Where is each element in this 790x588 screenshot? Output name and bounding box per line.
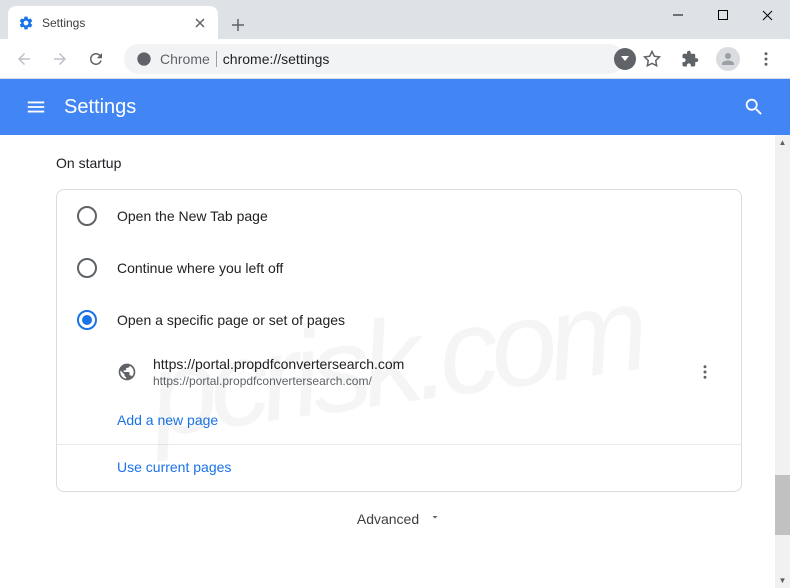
page-entry-title: https://portal.propdfconvertersearch.com	[153, 356, 673, 372]
chrome-icon	[136, 51, 152, 67]
radio-icon	[77, 206, 97, 226]
minimize-button[interactable]	[655, 0, 700, 30]
globe-icon	[117, 362, 137, 382]
close-tab-button[interactable]	[192, 15, 208, 31]
search-button[interactable]	[734, 87, 774, 127]
tab-title: Settings	[42, 16, 184, 30]
radio-icon	[77, 258, 97, 278]
radio-label: Open a specific page or set of pages	[117, 312, 345, 328]
close-window-button[interactable]	[745, 0, 790, 30]
browser-toolbar: Chrome chrome://settings	[0, 39, 790, 79]
back-button[interactable]	[8, 43, 40, 75]
radio-icon	[77, 310, 97, 330]
gear-icon	[18, 15, 34, 31]
page-entry-more-button[interactable]	[689, 356, 721, 388]
maximize-button[interactable]	[700, 0, 745, 30]
section-title: On startup	[56, 155, 742, 171]
address-bar[interactable]: Chrome chrome://settings	[124, 44, 624, 74]
bookmark-star-icon[interactable]	[636, 43, 668, 75]
scrollbar-thumb[interactable]	[775, 475, 790, 535]
chevron-down-icon	[429, 510, 441, 528]
radio-option-specific-page[interactable]: Open a specific page or set of pages	[57, 294, 741, 346]
settings-header: Settings	[0, 79, 790, 135]
page-entry-url: https://portal.propdfconvertersearch.com…	[153, 374, 673, 388]
profile-avatar[interactable]	[712, 43, 744, 75]
scroll-up-arrow[interactable]: ▲	[775, 135, 790, 150]
radio-label: Open the New Tab page	[117, 208, 268, 224]
use-current-link[interactable]: Use current pages	[117, 459, 231, 475]
extensions-icon[interactable]	[674, 43, 706, 75]
radio-option-continue[interactable]: Continue where you left off	[57, 242, 741, 294]
startup-page-entry: https://portal.propdfconvertersearch.com…	[57, 346, 741, 398]
content-area: pcrisk.com On startup Open the New Tab p…	[0, 135, 790, 588]
hamburger-menu-button[interactable]	[16, 87, 56, 127]
radio-option-new-tab[interactable]: Open the New Tab page	[57, 190, 741, 242]
url-text: Chrome chrome://settings	[160, 51, 329, 67]
startup-card: Open the New Tab page Continue where you…	[56, 189, 742, 492]
add-page-row: Add a new page	[57, 398, 741, 444]
scrollbar-track[interactable]: ▲ ▼	[775, 135, 790, 588]
advanced-label: Advanced	[357, 511, 419, 527]
browser-tab[interactable]: Settings	[8, 6, 218, 39]
forward-button	[44, 43, 76, 75]
kebab-menu-icon[interactable]	[750, 43, 782, 75]
window-titlebar: Settings	[0, 0, 790, 39]
advanced-toggle[interactable]: Advanced	[56, 492, 742, 536]
reload-button[interactable]	[80, 43, 112, 75]
scroll-down-arrow[interactable]: ▼	[775, 573, 790, 588]
use-current-row: Use current pages	[57, 444, 741, 491]
new-tab-button[interactable]	[224, 11, 252, 39]
notification-badge-icon[interactable]	[614, 48, 636, 70]
radio-label: Continue where you left off	[117, 260, 283, 276]
add-page-link[interactable]: Add a new page	[117, 412, 218, 428]
settings-title: Settings	[64, 96, 734, 119]
window-controls	[655, 0, 790, 30]
